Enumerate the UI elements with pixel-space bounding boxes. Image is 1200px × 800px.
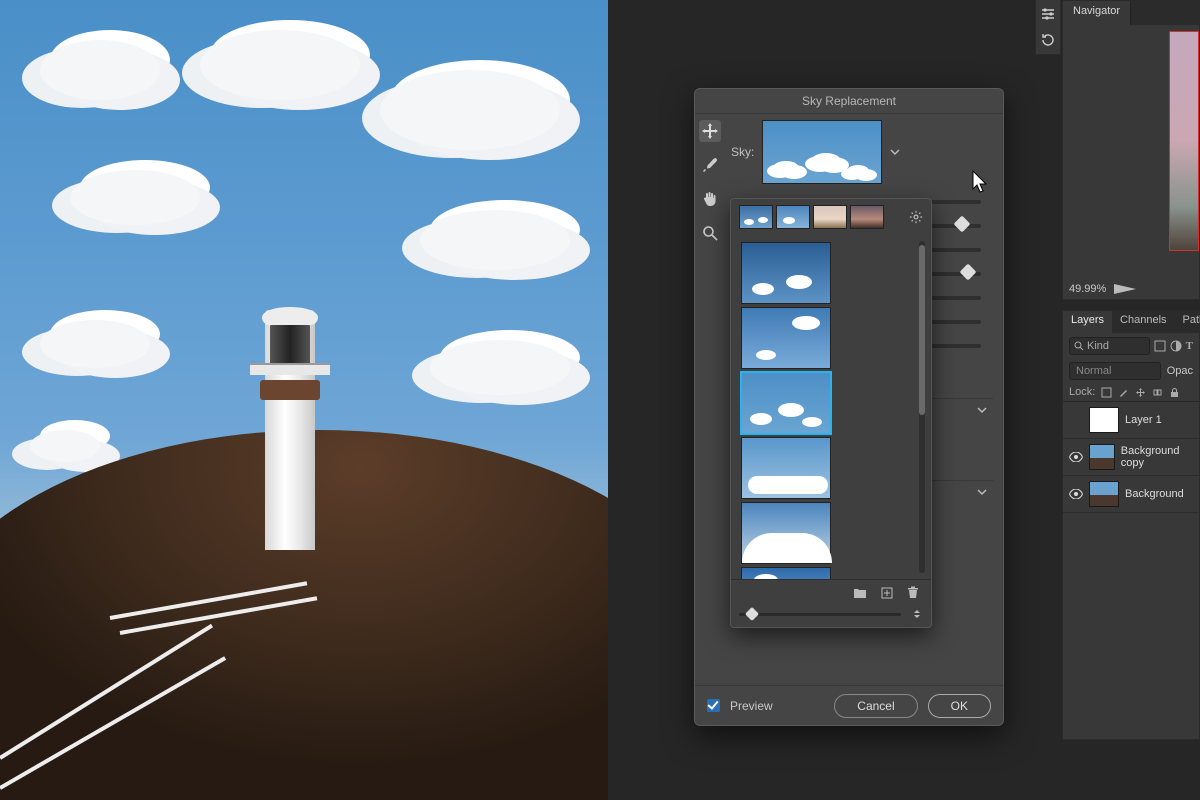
sky-preset[interactable] bbox=[741, 567, 831, 579]
lock-move-icon[interactable] bbox=[1135, 387, 1146, 398]
lock-brush-icon[interactable] bbox=[1118, 387, 1129, 398]
lock-all-icon[interactable] bbox=[1169, 387, 1180, 398]
expand-icon[interactable] bbox=[911, 608, 923, 620]
folder-icon[interactable] bbox=[853, 587, 867, 599]
navigator-thumbnail[interactable] bbox=[1169, 31, 1199, 251]
sliders-icon[interactable] bbox=[1040, 6, 1056, 22]
search-icon bbox=[1074, 341, 1084, 351]
tab-paths[interactable]: Paths bbox=[1175, 311, 1200, 333]
tab-layers[interactable]: Layers bbox=[1063, 311, 1112, 333]
sky-preset[interactable] bbox=[741, 372, 831, 434]
chevron-down-icon bbox=[977, 405, 987, 415]
new-preset-icon[interactable] bbox=[881, 587, 893, 599]
move-tool[interactable] bbox=[699, 120, 721, 142]
cloud bbox=[380, 70, 560, 150]
brush-tool[interactable] bbox=[699, 154, 721, 176]
dialog-title: Sky Replacement bbox=[695, 89, 1003, 114]
collapsed-panel-strip bbox=[1035, 0, 1061, 55]
sky-preset[interactable] bbox=[741, 242, 831, 304]
layer-row[interactable]: Background bbox=[1063, 476, 1199, 513]
cloud bbox=[40, 40, 160, 100]
visibility-toggle[interactable] bbox=[1069, 452, 1083, 462]
trash-icon[interactable] bbox=[907, 586, 919, 599]
sky-label: Sky: bbox=[731, 145, 754, 159]
sky-preset[interactable] bbox=[741, 307, 831, 369]
layers-panel: Layers Channels Paths Kind T Normal Opac… bbox=[1062, 310, 1200, 740]
thumbnail-size-slider[interactable] bbox=[739, 613, 901, 616]
zoom-value: 49.99% bbox=[1069, 283, 1106, 295]
visibility-toggle[interactable] bbox=[1069, 489, 1083, 499]
sky-preset[interactable] bbox=[741, 437, 831, 499]
preview-checkbox[interactable] bbox=[707, 699, 720, 712]
lock-pixels-icon[interactable] bbox=[1101, 387, 1112, 398]
gear-icon[interactable] bbox=[909, 210, 923, 224]
cloud bbox=[70, 170, 200, 225]
preview-label: Preview bbox=[730, 699, 773, 713]
preset-mini[interactable] bbox=[739, 205, 773, 229]
filter-type-icon[interactable]: T bbox=[1186, 340, 1193, 352]
layer-list: Layer 1 Background copy Background bbox=[1063, 401, 1199, 513]
brush-icon bbox=[702, 157, 718, 173]
zoom-slider-icon[interactable] bbox=[1114, 284, 1136, 294]
cloud bbox=[430, 340, 570, 395]
preset-mini[interactable] bbox=[850, 205, 884, 229]
cloud bbox=[40, 320, 150, 368]
filter-adjust-icon[interactable] bbox=[1170, 340, 1182, 352]
zoom-tool[interactable] bbox=[699, 222, 721, 244]
move-icon bbox=[702, 123, 718, 139]
preset-mini[interactable] bbox=[776, 205, 810, 229]
lock-nested-icon[interactable] bbox=[1152, 387, 1163, 398]
zoom-icon bbox=[702, 225, 718, 241]
layer-filter-kind[interactable]: Kind bbox=[1069, 337, 1150, 355]
cancel-button[interactable]: Cancel bbox=[834, 694, 917, 718]
kind-label: Kind bbox=[1087, 340, 1109, 352]
chevron-down-icon bbox=[890, 147, 904, 157]
document-canvas[interactable] bbox=[0, 0, 608, 800]
layer-thumbnail bbox=[1089, 444, 1115, 470]
blend-mode-dropdown[interactable]: Normal bbox=[1069, 362, 1161, 380]
dialog-tools bbox=[695, 114, 725, 690]
chevron-down-icon bbox=[977, 487, 987, 497]
preset-mini[interactable] bbox=[813, 205, 847, 229]
tab-channels[interactable]: Channels bbox=[1112, 311, 1174, 333]
preset-scrollbar[interactable] bbox=[919, 241, 925, 573]
layer-name: Background copy bbox=[1121, 445, 1193, 469]
layer-thumbnail bbox=[1089, 481, 1119, 507]
walkway bbox=[0, 440, 320, 800]
navigator-tab[interactable]: Navigator bbox=[1063, 1, 1131, 25]
layer-row[interactable]: Layer 1 bbox=[1063, 402, 1199, 439]
hand-tool[interactable] bbox=[699, 188, 721, 210]
sky-preset-flyout bbox=[730, 198, 932, 628]
cloud bbox=[420, 210, 570, 270]
layer-thumbnail bbox=[1089, 407, 1119, 433]
lock-label: Lock: bbox=[1069, 386, 1095, 398]
cloud bbox=[200, 30, 360, 100]
ok-button[interactable]: OK bbox=[928, 694, 991, 718]
hand-icon bbox=[702, 191, 718, 207]
opacity-label: Opac bbox=[1167, 365, 1193, 377]
sky-dropdown[interactable] bbox=[762, 120, 882, 184]
layer-row[interactable]: Background copy bbox=[1063, 439, 1199, 476]
history-icon[interactable] bbox=[1040, 32, 1056, 48]
sky-preset[interactable] bbox=[741, 502, 831, 564]
layer-name: Background bbox=[1125, 488, 1184, 500]
navigator-panel: Navigator 49.99% bbox=[1062, 0, 1200, 300]
filter-pixel-icon[interactable] bbox=[1154, 340, 1166, 352]
layer-name: Layer 1 bbox=[1125, 414, 1162, 426]
preset-list bbox=[731, 235, 931, 579]
